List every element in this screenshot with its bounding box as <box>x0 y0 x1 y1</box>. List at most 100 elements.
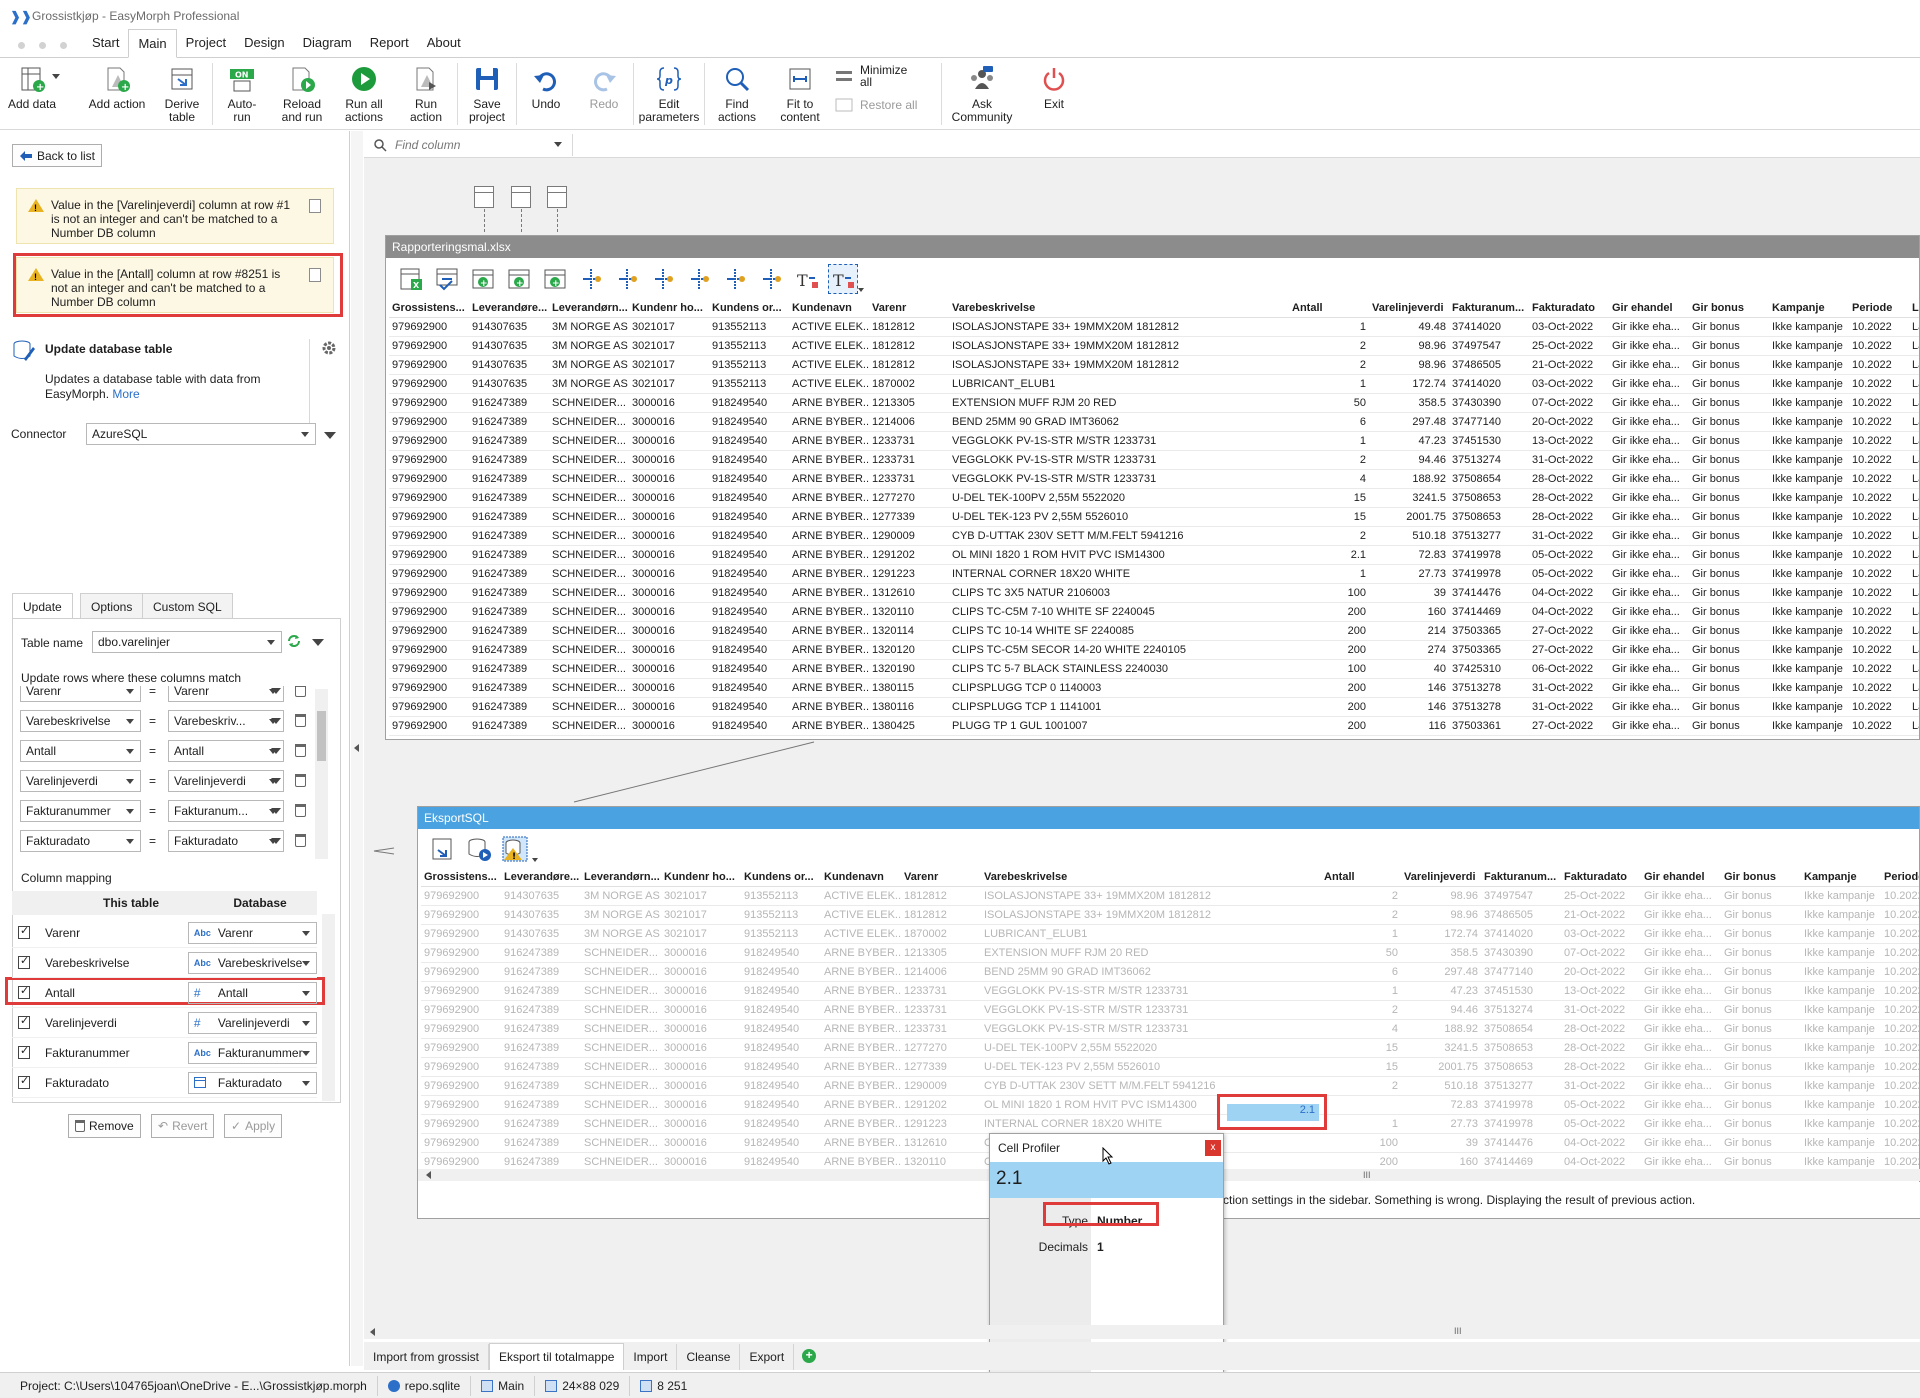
data-table[interactable]: Grossistens... Leverandøre... Leverandørn.… <box>421 869 1919 1167</box>
column-header[interactable]: Kampanje <box>1801 869 1881 887</box>
table-cell[interactable]: 72.83 <box>1401 1095 1481 1115</box>
table-row[interactable]: 979692900 914307635 3M NORGE AS 3021017 9135… <box>389 374 1919 394</box>
table-cell[interactable]: 10.2022 <box>1881 1000 1919 1020</box>
table-cell[interactable]: 1320120 <box>869 640 949 660</box>
table-cell[interactable]: Ikke kampanje <box>1769 469 1849 489</box>
table-cell[interactable]: Lagerført <box>1909 526 1919 546</box>
table-cell[interactable]: Ikke kampanje <box>1769 374 1849 394</box>
table-cell[interactable]: 3000016 <box>661 1114 741 1134</box>
table-cell[interactable]: Gir ikke eha... <box>1641 1133 1721 1153</box>
column-header[interactable]: Periode <box>1849 300 1909 318</box>
table-cell[interactable]: Ikke kampanje <box>1769 621 1849 641</box>
table-cell[interactable]: Gir ikke eha... <box>1641 962 1721 982</box>
table-cell[interactable]: 188.92 <box>1369 469 1449 489</box>
table-row[interactable]: 979692900 914307635 3M NORGE AS 3021017 9135… <box>389 336 1919 356</box>
table-cell[interactable]: 918249540 <box>741 1133 821 1153</box>
filter-menu-icon[interactable] <box>271 688 281 694</box>
table-cell[interactable]: 979692900 <box>389 678 469 698</box>
table-cell[interactable]: 04-Oct-2022 <box>1561 1152 1641 1167</box>
table-cell[interactable]: 172.74 <box>1369 374 1449 394</box>
table-cell[interactable]: 15 <box>1289 488 1369 508</box>
table-cell[interactable]: 2001.75 <box>1401 1057 1481 1077</box>
table-cell[interactable]: 916247389 <box>469 583 549 603</box>
table-cell[interactable]: 918249540 <box>709 431 789 451</box>
table-cell[interactable]: 916247389 <box>469 602 549 622</box>
table-cell[interactable]: 31-Oct-2022 <box>1529 697 1609 717</box>
match-left-select[interactable]: Varebeskrivelse <box>20 710 141 732</box>
column-header[interactable]: Fakturadato <box>1561 869 1641 887</box>
table-cell[interactable]: 1277270 <box>869 488 949 508</box>
table-cell[interactable]: 10.2022 <box>1881 1095 1919 1115</box>
toolbar-overflow-icon[interactable] <box>858 288 864 292</box>
table-cell[interactable]: 274 <box>1369 640 1449 660</box>
table-cell[interactable]: ARNE BYBER... <box>789 526 869 546</box>
table-cell[interactable]: ARNE BYBER... <box>821 1019 901 1039</box>
column-header[interactable]: Kundenr ho... <box>661 869 741 887</box>
table-cell[interactable]: 979692900 <box>389 317 469 337</box>
table-cell[interactable]: 1233731 <box>901 1019 981 1039</box>
table-cell[interactable]: 2 <box>1321 1076 1401 1096</box>
table-cell[interactable]: Ikke kampanje <box>1769 678 1849 698</box>
table-cell[interactable]: 10.2022 <box>1849 602 1909 622</box>
table-cell[interactable]: 03-Oct-2022 <box>1529 374 1609 394</box>
column-header[interactable]: Antall <box>1321 869 1401 887</box>
table-cell[interactable]: 37414476 <box>1481 1133 1561 1153</box>
table-cell[interactable]: 3000016 <box>661 1038 741 1058</box>
table-cell[interactable]: 1213305 <box>901 943 981 963</box>
table-cell[interactable]: 37419978 <box>1481 1095 1561 1115</box>
table-cell[interactable]: Lagerført <box>1909 545 1919 565</box>
table-cell[interactable]: VEGGLOKK PV-1S-STR M/STR 1233731 <box>981 1000 1321 1020</box>
table-cell[interactable]: 3000016 <box>629 507 709 527</box>
table-row[interactable]: 979692900 914307635 3M NORGE AS 3021017 9135… <box>421 886 1919 906</box>
table-cell[interactable]: 37503365 <box>1449 640 1529 660</box>
mapping-db-select[interactable]: Fakturadato <box>187 1071 317 1094</box>
column-action-icon[interactable] <box>612 264 642 294</box>
table-cell[interactable]: SCHNEIDER... <box>549 583 629 603</box>
table-cell[interactable]: 37513278 <box>1449 697 1529 717</box>
table-cell[interactable]: Ikke kampanje <box>1769 431 1849 451</box>
mapping-db-select[interactable]: Abc Varebeskrivelse <box>187 951 317 974</box>
table-cell[interactable]: Gir bonus <box>1721 1114 1801 1134</box>
table-cell[interactable]: ARNE BYBER... <box>821 1000 901 1020</box>
table-cell[interactable]: 918249540 <box>709 678 789 698</box>
table-cell[interactable]: 979692900 <box>389 450 469 470</box>
table-cell[interactable]: Gir bonus <box>1721 905 1801 925</box>
table-cell[interactable]: 3021017 <box>661 905 741 925</box>
table-cell[interactable]: 37513274 <box>1449 450 1529 470</box>
table-cell[interactable]: 1233731 <box>869 450 949 470</box>
table-cell[interactable]: Gir bonus <box>1689 697 1769 717</box>
table-cell[interactable]: 979692900 <box>389 374 469 394</box>
table-cell[interactable]: 2.1 <box>1321 1095 1401 1115</box>
table-cell[interactable]: Gir ikke eha... <box>1641 943 1721 963</box>
table-cell[interactable]: 914307635 <box>501 905 581 925</box>
table-row[interactable]: 979692900 916247389 SCHNEIDER... 3000016 918… <box>389 526 1919 546</box>
table-cell[interactable]: 297.48 <box>1369 412 1449 432</box>
table-cell[interactable]: 98.96 <box>1369 336 1449 356</box>
table-cell[interactable]: 3M NORGE AS <box>549 317 629 337</box>
table-cell[interactable]: 05-Oct-2022 <box>1529 545 1609 565</box>
table-cell[interactable]: SCHNEIDER... <box>581 981 661 1001</box>
table-cell[interactable]: 3000016 <box>629 678 709 698</box>
module-tab[interactable]: Eksport til totalmappe <box>489 1343 625 1370</box>
table-cell[interactable]: 916247389 <box>469 621 549 641</box>
table-cell[interactable]: 200 <box>1321 1152 1401 1167</box>
table-row[interactable]: 979692900 916247389 SCHNEIDER... 3000016 918… <box>389 697 1919 717</box>
toolbar-overflow-icon[interactable] <box>532 858 538 862</box>
add-data-dropdown-icon[interactable] <box>52 74 60 79</box>
column-action-icon[interactable] <box>648 264 678 294</box>
table-cell[interactable]: Gir bonus <box>1689 412 1769 432</box>
table-cell[interactable]: Gir ikke eha... <box>1609 317 1689 337</box>
table-cell[interactable]: SCHNEIDER... <box>549 678 629 698</box>
table-cell[interactable]: 200 <box>1289 640 1369 660</box>
column-header[interactable]: Kundens or... <box>741 869 821 887</box>
table-cell[interactable]: 37508653 <box>1449 488 1529 508</box>
table-cell[interactable]: 510.18 <box>1369 526 1449 546</box>
table-cell[interactable]: 10.2022 <box>1849 526 1909 546</box>
mapping-checkbox[interactable] <box>18 954 30 969</box>
table-cell[interactable]: 916247389 <box>469 488 549 508</box>
table-cell[interactable]: 3000016 <box>661 1076 741 1096</box>
table-cell[interactable]: Gir bonus <box>1689 526 1769 546</box>
table-cell[interactable]: 979692900 <box>421 1057 501 1077</box>
table-cell[interactable]: 37513278 <box>1449 678 1529 698</box>
table-row[interactable]: 979692900 916247389 SCHNEIDER... 3000016 918… <box>421 1076 1919 1096</box>
